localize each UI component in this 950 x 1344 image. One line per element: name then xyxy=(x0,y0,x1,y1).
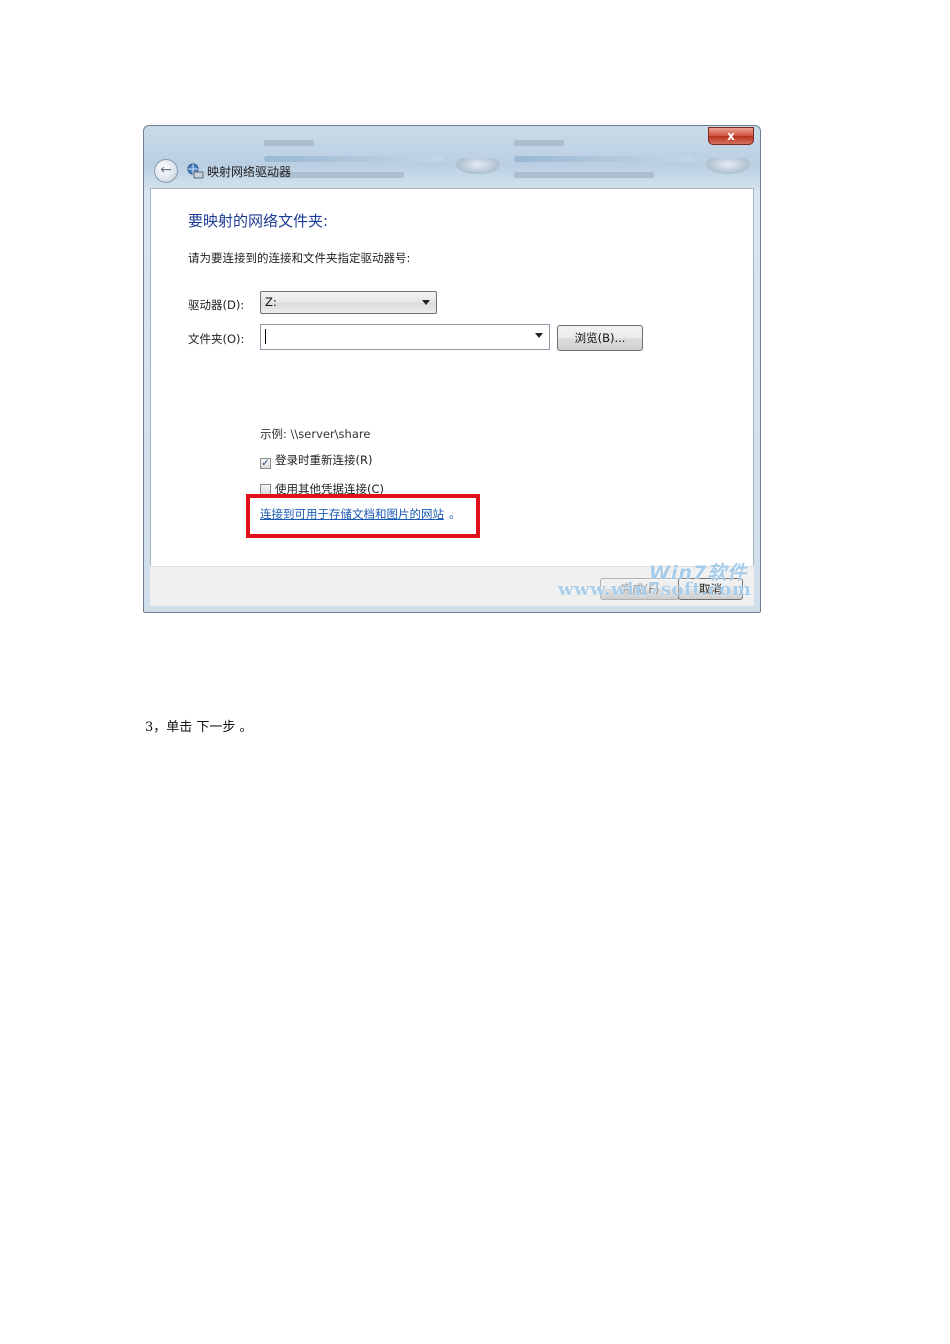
blurred-background-text xyxy=(514,140,564,146)
folder-input[interactable] xyxy=(260,324,550,350)
browse-button[interactable]: 浏览(B)... xyxy=(557,325,643,351)
blurred-background-bar xyxy=(264,156,444,162)
reconnect-option[interactable]: ✓ 登录时重新连接(R) xyxy=(260,452,372,469)
blurred-background-text xyxy=(264,140,314,146)
window-title: 映射网络驱动器 xyxy=(207,165,292,179)
blurred-drive-icon xyxy=(456,158,500,174)
dialog-content: 要映射的网络文件夹: 请为要连接到的连接和文件夹指定驱动器号: 驱动器(D): … xyxy=(150,188,754,606)
blurred-background-bar xyxy=(514,156,694,162)
chevron-down-icon xyxy=(422,300,430,305)
drive-select-value: Z: xyxy=(265,295,277,309)
title-bar: x ← 映射网络驱动器 xyxy=(144,126,760,188)
blurred-drive-icon xyxy=(706,158,750,174)
watermark-url: www.win7soft.com xyxy=(558,579,752,600)
drive-label: 驱动器(D): xyxy=(188,298,245,312)
folder-label: 文件夹(O): xyxy=(188,332,245,346)
reconnect-label: 登录时重新连接(R) xyxy=(275,453,373,467)
red-highlight-box xyxy=(246,494,480,538)
network-drive-icon xyxy=(186,162,204,180)
back-button[interactable]: ← xyxy=(154,159,178,183)
chevron-down-icon[interactable] xyxy=(535,333,543,338)
close-icon: x xyxy=(727,129,735,143)
step-instruction: 3，单击 下一步 。 xyxy=(145,720,253,735)
blurred-background-text xyxy=(514,172,654,178)
instruction-text: 请为要连接到的连接和文件夹指定驱动器号: xyxy=(188,251,411,265)
drive-select[interactable]: Z: xyxy=(260,291,437,314)
example-path: 示例: \\server\share xyxy=(260,427,371,441)
back-arrow-icon: ← xyxy=(160,162,172,178)
reconnect-checkbox[interactable]: ✓ xyxy=(260,458,271,469)
dialog-screenshot: x ← 映射网络驱动器 要映射的网络文件夹: 请为要连接到的连接和文件夹指定驱动… xyxy=(143,125,761,613)
page-heading: 要映射的网络文件夹: xyxy=(188,212,329,230)
text-caret xyxy=(265,329,266,344)
close-button[interactable]: x xyxy=(708,127,754,145)
